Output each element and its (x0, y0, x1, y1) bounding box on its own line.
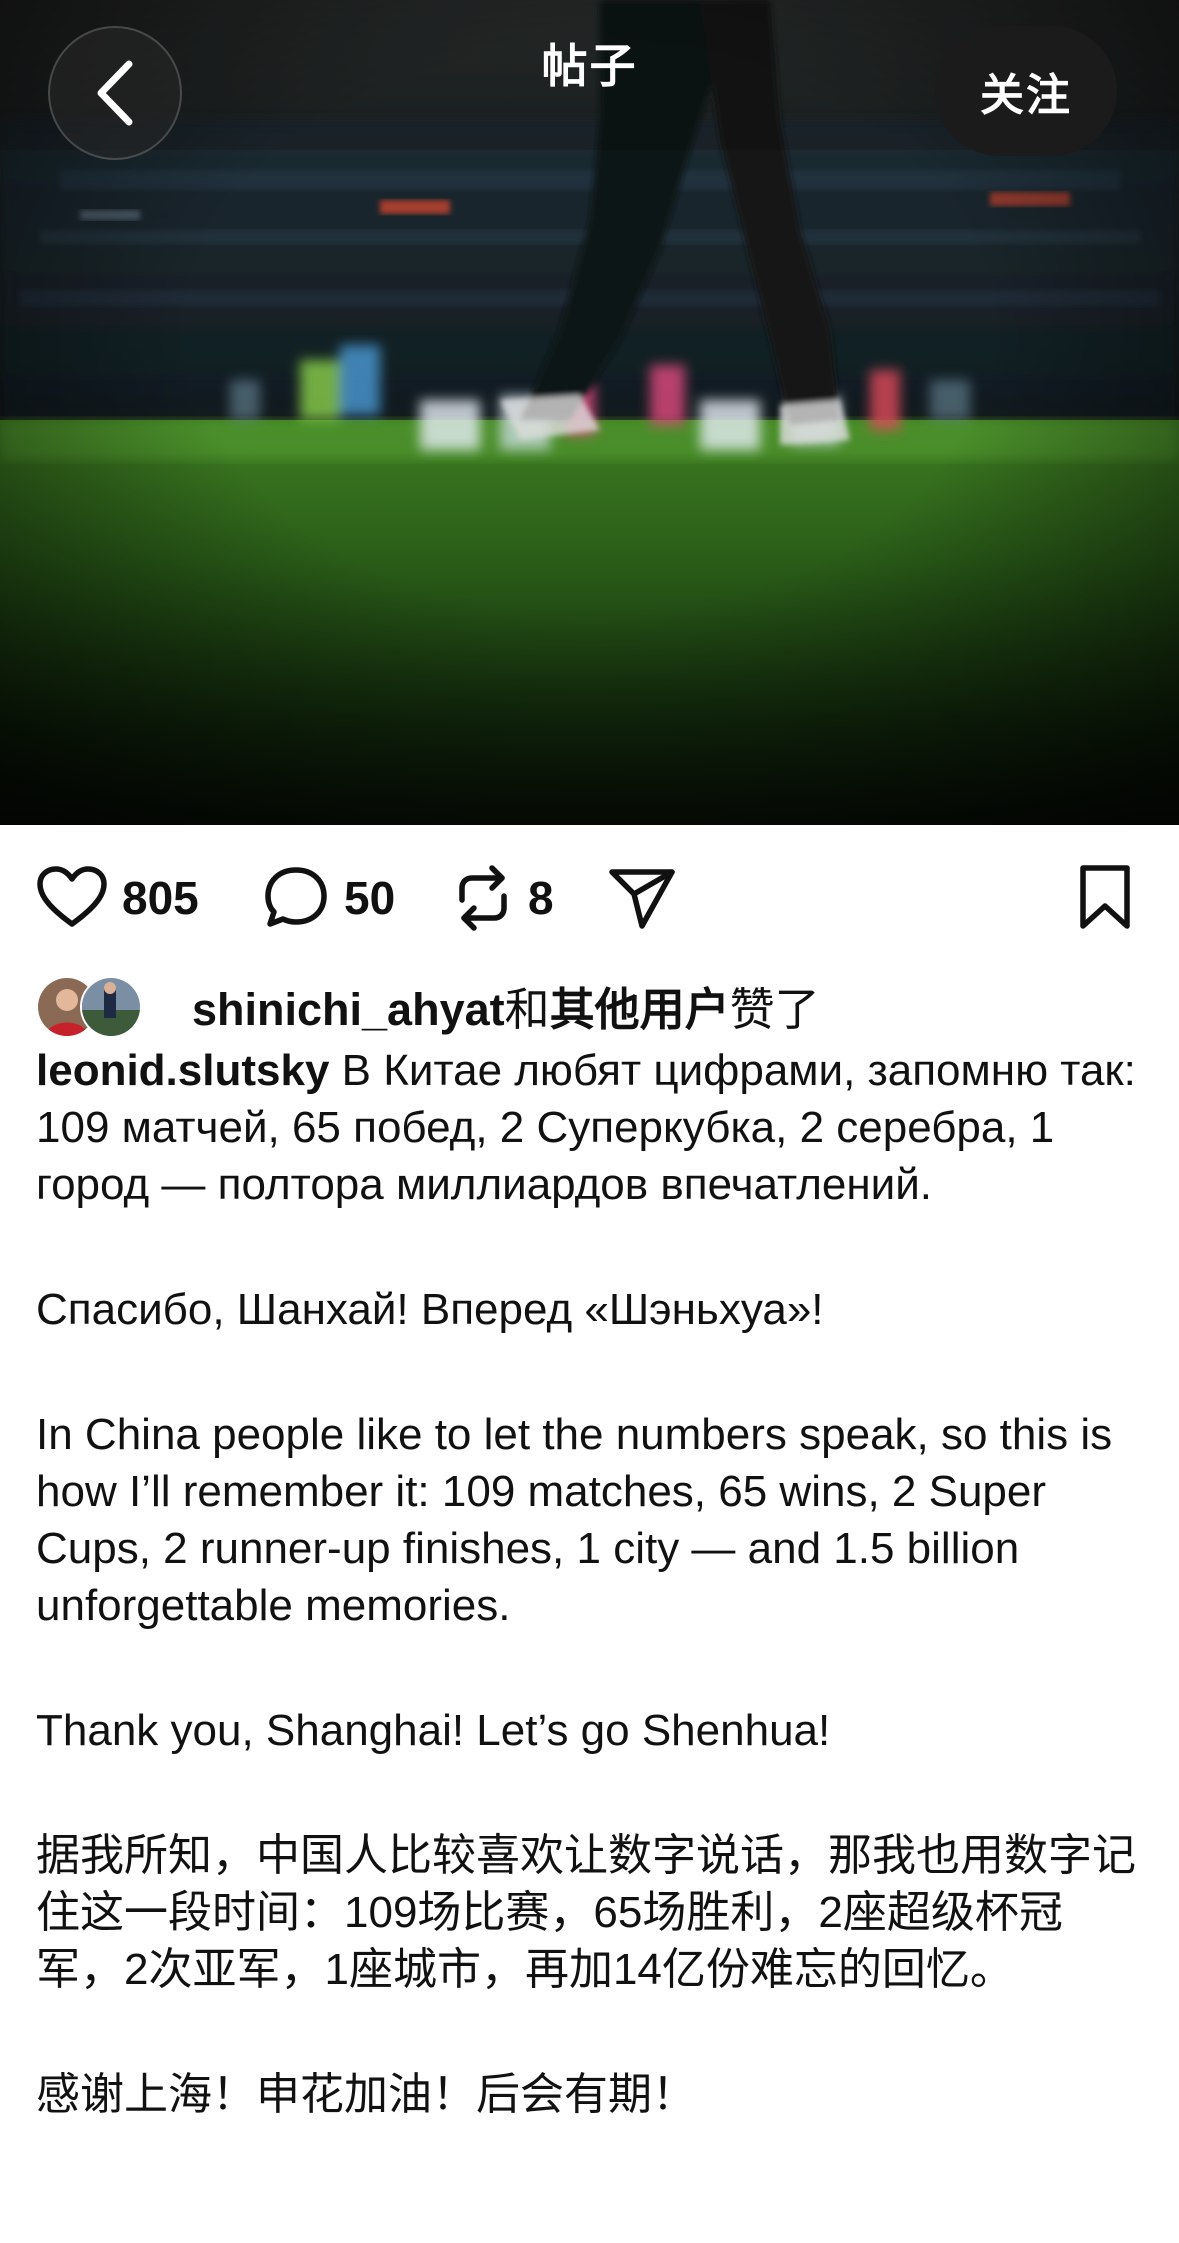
liker-username[interactable]: shinichi_ahyat (192, 984, 505, 1035)
caption-paragraph: Спасибо, Шанхай! Вперед «Шэньхуа»! (36, 1285, 824, 1334)
liked-by-row[interactable]: shinichi_ahyat和其他用户赞了 (36, 970, 820, 1040)
author-username[interactable]: leonid.slutsky (36, 1046, 329, 1095)
caption-paragraph: In China people like to let the numbers … (36, 1410, 1113, 1630)
share-button[interactable] (606, 858, 678, 938)
comment-button[interactable]: 50 (262, 858, 395, 938)
repost-count: 8 (528, 872, 554, 924)
avatar (80, 976, 142, 1038)
comment-bubble-icon (265, 867, 327, 927)
caption-paragraph: 据我所知，中国人比较喜欢让数字说话，那我也用数字记住这一段时间：109场比赛，6… (36, 1831, 1136, 1994)
chevron-left-icon (97, 60, 133, 126)
repost-icon (459, 865, 507, 931)
comment-count: 50 (344, 872, 396, 924)
caption-paragraph: Thank you, Shanghai! Let’s go Shenhua! (36, 1706, 831, 1755)
like-count: 805 (122, 872, 199, 924)
repost-button[interactable]: 8 (452, 858, 554, 938)
post-caption: leonid.slutsky В Китае любят цифрами, за… (36, 1042, 1146, 2191)
post-image[interactable]: 帖子 关注 (0, 0, 1179, 825)
liked-by-suffix: 赞了 (729, 983, 820, 1035)
heart-icon (37, 866, 107, 927)
save-button[interactable] (1075, 858, 1135, 938)
like-button[interactable]: 805 (36, 858, 199, 938)
liked-by-text: shinichi_ahyat和其他用户赞了 (192, 973, 820, 1038)
caption-paragraph: leonid.slutsky В Китае любят цифрами, за… (36, 1042, 1146, 1213)
caption-paragraph: 感谢上海！申花加油！后会有期！ (36, 2070, 696, 2119)
follow-button[interactable]: 关注 (935, 26, 1117, 156)
post-action-bar: 805 50 8 (0, 858, 1179, 938)
bookmark-icon (1080, 865, 1130, 929)
liker-avatars (36, 974, 144, 1038)
liked-by-connector: 和 (504, 983, 550, 1035)
send-icon (609, 869, 675, 929)
liked-by-others[interactable]: 其他用户 (550, 984, 730, 1035)
back-button[interactable] (48, 26, 182, 160)
